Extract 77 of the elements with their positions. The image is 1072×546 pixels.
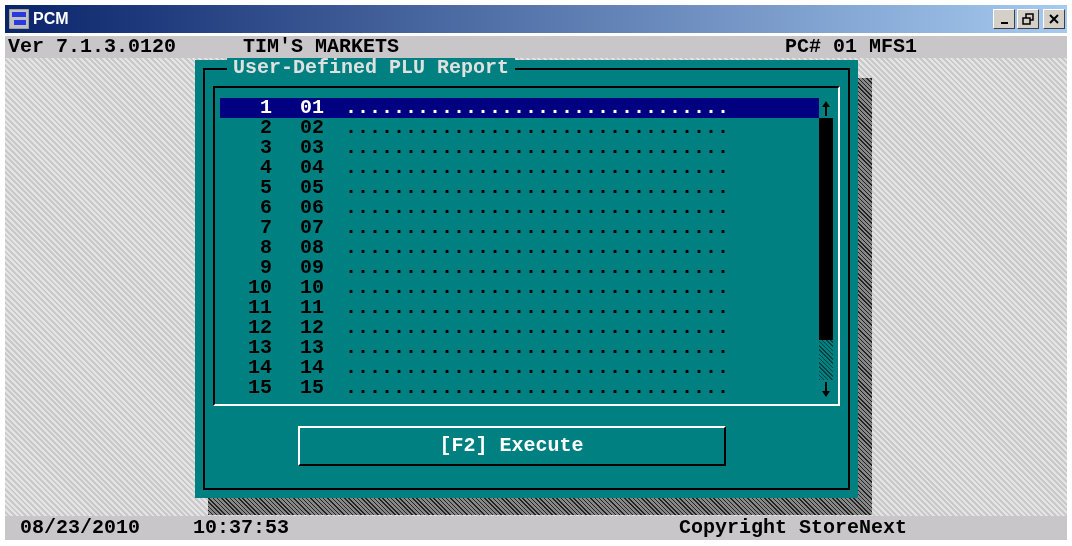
row-number: 12: [247, 318, 272, 338]
row-code: 11: [300, 298, 325, 318]
row-description: ................................: [345, 198, 730, 218]
list-row[interactable]: 3 03 ................................: [220, 138, 819, 158]
list-row[interactable]: 4 04 ................................: [220, 158, 819, 178]
row-number: 14: [247, 358, 272, 378]
row-number: 5: [259, 178, 272, 198]
row-number: 2: [259, 118, 272, 138]
row-code: 12: [300, 318, 325, 338]
minimize-button[interactable]: [993, 9, 1015, 29]
row-description: ................................: [345, 298, 730, 318]
row-number: 4: [259, 158, 272, 178]
station-label: PC# 01 MFS1: [784, 37, 917, 57]
list-row[interactable]: 13 13 ................................: [220, 338, 819, 358]
row-code: 06: [300, 198, 325, 218]
restore-icon: [1022, 13, 1034, 25]
row-code: 14: [300, 358, 325, 378]
window-title: PCM: [33, 9, 69, 29]
list-row[interactable]: 2 02 ................................: [220, 118, 819, 138]
date-label: 08/23/2010: [20, 518, 142, 538]
row-description: ................................: [345, 318, 730, 338]
row-code: 04: [300, 158, 325, 178]
row-description: ................................: [345, 138, 730, 158]
row-code: 09: [300, 258, 325, 278]
row-number: 3: [259, 138, 272, 158]
store-name: TIM'S MARKETS: [243, 37, 400, 57]
close-button[interactable]: [1043, 9, 1065, 29]
row-code: 05: [300, 178, 325, 198]
row-description: ................................: [345, 238, 730, 258]
list-row[interactable]: 5 05 ................................: [220, 178, 819, 198]
restore-button[interactable]: [1017, 9, 1039, 29]
row-description: ................................: [345, 258, 730, 278]
row-number: 6: [259, 198, 272, 218]
row-number: 7: [259, 218, 272, 238]
row-code: 08: [300, 238, 325, 258]
row-number: 1: [259, 98, 272, 118]
row-description: ................................: [345, 278, 730, 298]
row-code: 01: [300, 98, 325, 118]
row-code: 13: [300, 338, 325, 358]
row-description: ................................: [345, 338, 730, 358]
row-description: ................................: [345, 218, 730, 238]
row-code: 02: [300, 118, 325, 138]
row-description: ................................: [345, 358, 730, 378]
dialog-title: User-Defined PLU Report: [227, 58, 516, 78]
row-number: 9: [259, 258, 272, 278]
row-number: 8: [259, 238, 272, 258]
row-number: 15: [247, 378, 272, 398]
list-row[interactable]: 15 15 ................................: [220, 378, 819, 398]
scroll-thumb[interactable]: [819, 118, 833, 340]
row-number: 10: [247, 278, 272, 298]
row-number: 11: [247, 298, 272, 318]
list-row[interactable]: 1 01 ................................: [220, 98, 819, 118]
list-row[interactable]: 6 06 ................................: [220, 198, 819, 218]
row-code: 07: [300, 218, 325, 238]
list-row[interactable]: 10 10 ................................: [220, 278, 819, 298]
row-number: 13: [247, 338, 272, 358]
list-row[interactable]: 11 11 ................................: [220, 298, 819, 318]
row-description: ................................: [345, 178, 730, 198]
row-description: ................................: [345, 158, 730, 178]
time-label: 10:37:53: [193, 518, 289, 538]
app-icon: [9, 9, 29, 29]
row-description: ................................: [345, 118, 730, 138]
minimize-icon: [1000, 22, 1008, 24]
list-row[interactable]: 14 14 ................................: [220, 358, 819, 378]
list-row[interactable]: 7 07 ................................: [220, 218, 819, 238]
list-row[interactable]: 9 09 ................................: [220, 258, 819, 278]
version-label: Ver 7.1.3.0120: [8, 37, 178, 57]
row-code: 10: [300, 278, 325, 298]
close-icon: [1048, 13, 1060, 25]
row-description: ................................: [345, 98, 730, 118]
row-description: ................................: [345, 378, 730, 398]
row-code: 03: [300, 138, 325, 158]
copyright-label: Copyright StoreNext: [678, 518, 907, 538]
list-row[interactable]: 12 12 ................................: [220, 318, 819, 338]
row-code: 15: [300, 378, 325, 398]
list-row[interactable]: 8 08 ................................: [220, 238, 819, 258]
execute-button[interactable]: [F2] Execute: [297, 426, 726, 466]
